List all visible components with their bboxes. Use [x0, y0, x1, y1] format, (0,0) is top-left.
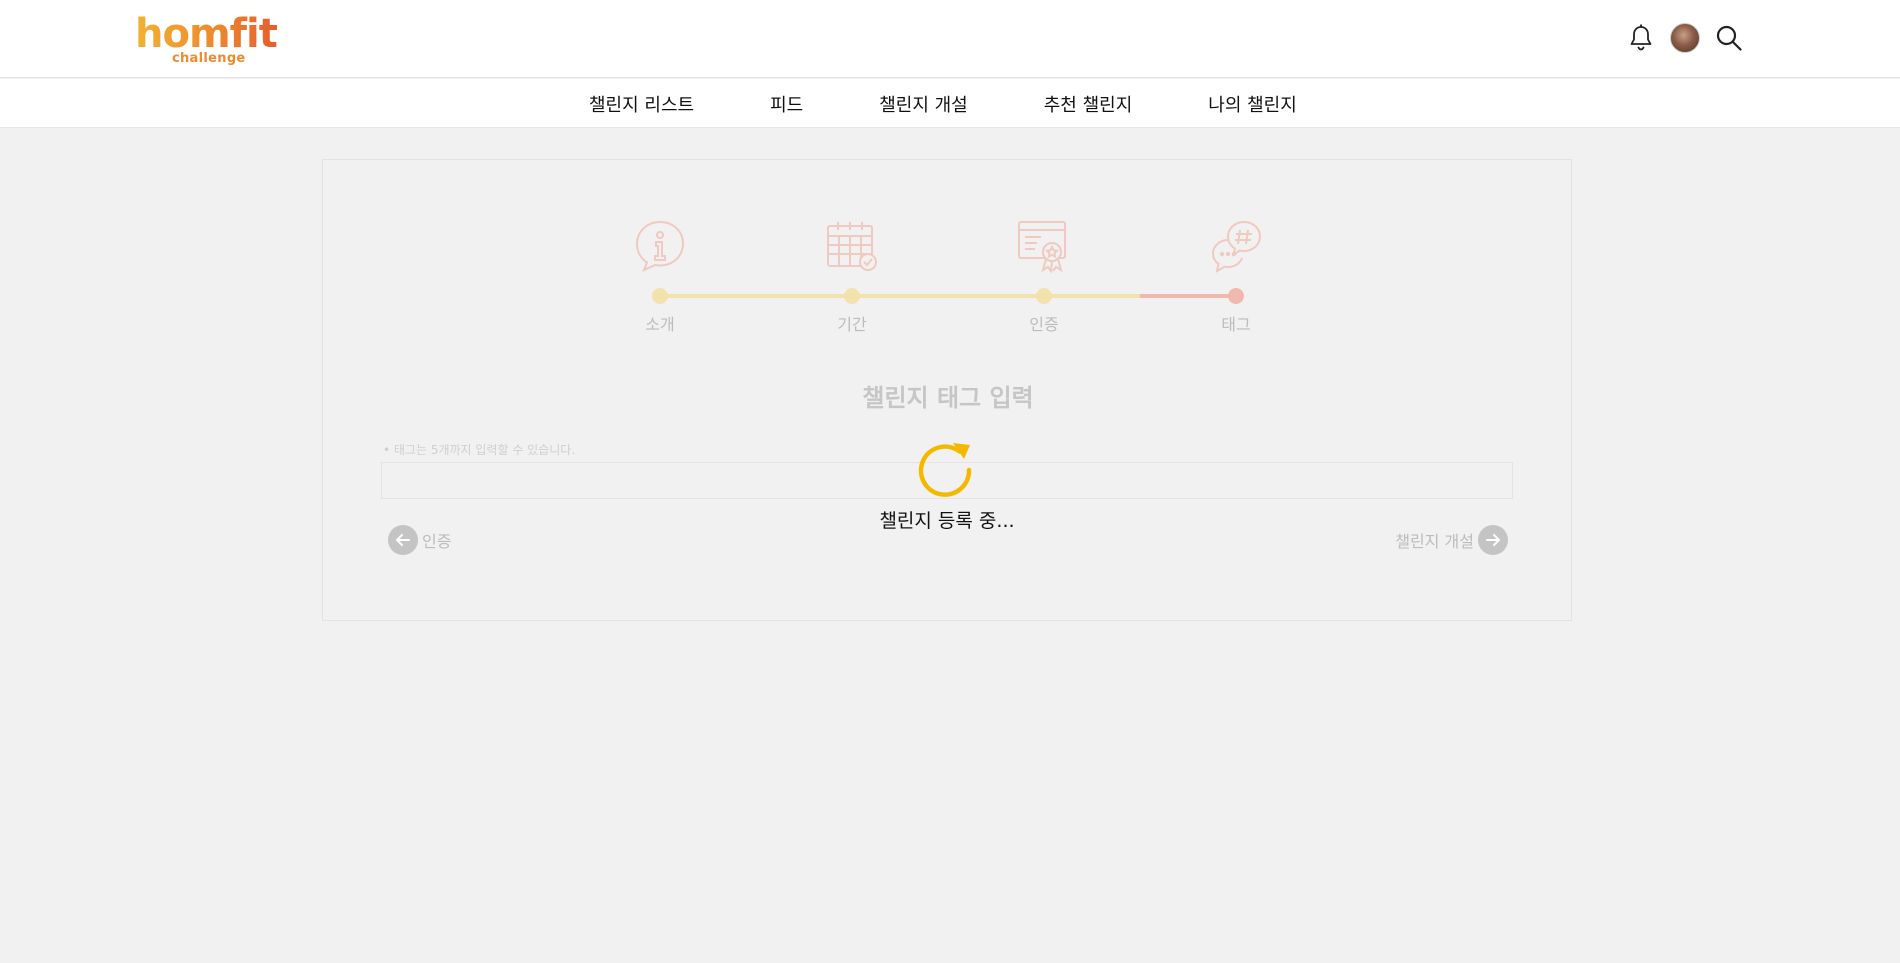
- loading-overlay: 챌린지 등록 중...: [0, 0, 1900, 963]
- loading-text: 챌린지 등록 중...: [879, 510, 1015, 532]
- refresh-spinner-icon: [917, 437, 977, 499]
